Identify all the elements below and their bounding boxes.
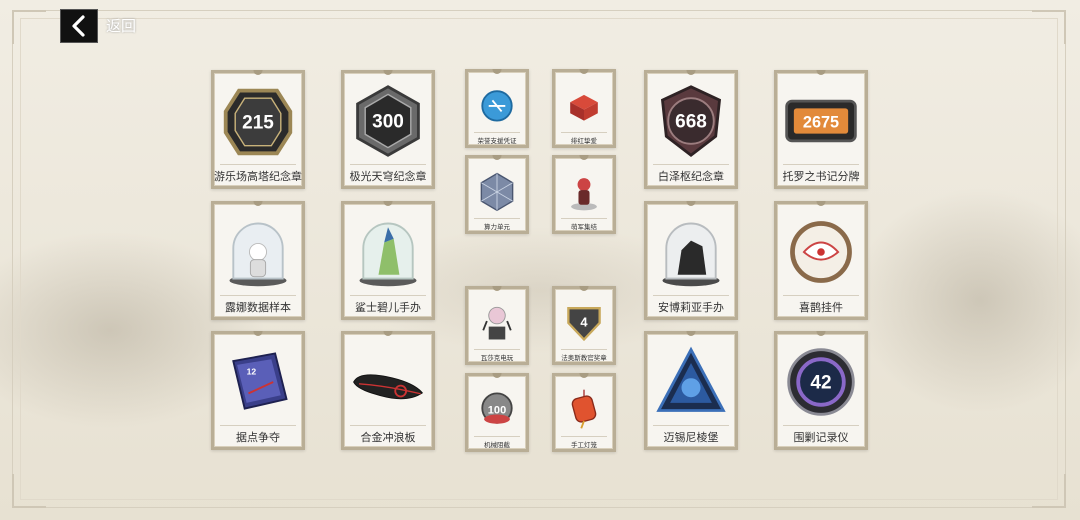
item-label: 据点争夺	[236, 431, 280, 444]
lantern-icon	[561, 382, 607, 436]
figure-stand-icon	[561, 164, 607, 218]
chevron-left-icon	[72, 15, 85, 37]
collection-item-small[interactable]: 绯红挚爱	[552, 69, 616, 148]
collection-item[interactable]: 42 围剿记录仪	[774, 331, 868, 450]
bastion-pyramid-icon	[653, 340, 729, 424]
corner-ornament	[12, 10, 46, 44]
collection-item[interactable]: 668 白泽枢纪念章	[644, 70, 738, 189]
svg-text:2675: 2675	[803, 113, 839, 131]
svg-text:668: 668	[675, 112, 707, 133]
collection-item-small[interactable]: 算力单元	[465, 155, 529, 234]
game-box-icon: 12	[220, 340, 296, 424]
surfboard-icon	[350, 340, 426, 424]
collection-item[interactable]: 12 据点争夺	[211, 331, 305, 450]
item-label: 白泽枢纪念章	[658, 170, 724, 183]
collection-item[interactable]: 合金冲浪板	[341, 331, 435, 450]
collection-item[interactable]: 215 游乐场高塔纪念章	[211, 70, 305, 189]
item-label: 机械阻截	[484, 441, 510, 449]
collection-item-small[interactable]: 瓦莎克电玩	[465, 286, 529, 365]
scoreboard-icon: 2675	[783, 79, 859, 163]
item-label: 手工灯笼	[571, 441, 597, 449]
collection-item[interactable]: 露娜数据样本	[211, 201, 305, 320]
support-voucher-icon	[474, 78, 520, 132]
glass-dome-figure-icon	[220, 210, 296, 294]
compute-unit-icon	[474, 164, 520, 218]
magpie-charm-icon	[783, 210, 859, 294]
aurora-medal-icon: 300	[350, 79, 426, 163]
collection-item-small[interactable]: 手工灯笼	[552, 373, 616, 452]
crimson-box-icon	[561, 78, 607, 132]
collection-item-small[interactable]: 4 法奥斯教官奖章	[552, 286, 616, 365]
svg-text:4: 4	[580, 315, 588, 330]
item-label: 游乐场高塔纪念章	[214, 170, 302, 183]
corner-ornament	[1032, 10, 1066, 44]
collection-item[interactable]: 喜鹊挂件	[774, 201, 868, 320]
svg-text:215: 215	[242, 113, 274, 134]
corner-ornament	[1032, 474, 1066, 508]
glass-dome-figure-icon	[653, 210, 729, 294]
item-label: 瓦莎克电玩	[480, 354, 514, 362]
svg-text:12: 12	[247, 366, 257, 376]
collection-item[interactable]: 安博莉亚手办	[644, 201, 738, 320]
item-label: 萌军集结	[571, 223, 597, 231]
corner-ornament	[12, 474, 46, 508]
collection-item[interactable]: 鲨士碧儿手办	[341, 201, 435, 320]
svg-text:300: 300	[372, 112, 404, 133]
svg-text:42: 42	[810, 373, 831, 394]
inner-frame	[20, 18, 1058, 500]
glass-dome-figure-icon	[350, 210, 426, 294]
arcade-figure-icon	[474, 295, 520, 349]
item-label: 露娜数据样本	[225, 301, 291, 314]
collection-item-small[interactable]: 100 机械阻截	[465, 373, 529, 452]
item-label: 法奥斯教官奖章	[561, 354, 607, 362]
item-label: 荣誉支援凭证	[477, 137, 517, 145]
item-label: 鲨士碧儿手办	[355, 301, 421, 314]
collection-item[interactable]: 迈锡尼棱堡	[644, 331, 738, 450]
collection-item[interactable]: 2675 托罗之书记分牌	[774, 70, 868, 189]
back-label[interactable]: 返回	[106, 15, 136, 36]
svg-text:100: 100	[488, 405, 506, 417]
recorder-device-icon: 42	[783, 340, 859, 424]
item-label: 极光天穹纪念章	[349, 170, 427, 183]
item-label: 围剿记录仪	[793, 431, 849, 444]
item-label: 合金冲浪板	[360, 431, 416, 444]
collection-item-small[interactable]: 荣誉支援凭证	[465, 69, 529, 148]
mech-intercept-icon: 100	[474, 382, 520, 436]
item-label: 托罗之书记分牌	[782, 170, 860, 183]
collection-item[interactable]: 300 极光天穹纪念章	[341, 70, 435, 189]
item-label: 算力单元	[484, 223, 510, 231]
item-label: 绯红挚爱	[571, 137, 597, 145]
collection-item-small[interactable]: 萌军集结	[552, 155, 616, 234]
tower-medal-icon: 215	[220, 79, 296, 163]
item-label: 迈锡尼棱堡	[663, 431, 719, 444]
instructor-medal-icon: 4	[561, 295, 607, 349]
baize-medal-icon: 668	[653, 79, 729, 163]
back-button[interactable]	[60, 9, 98, 43]
item-label: 喜鹊挂件	[799, 301, 843, 314]
item-label: 安博莉亚手办	[658, 301, 724, 314]
